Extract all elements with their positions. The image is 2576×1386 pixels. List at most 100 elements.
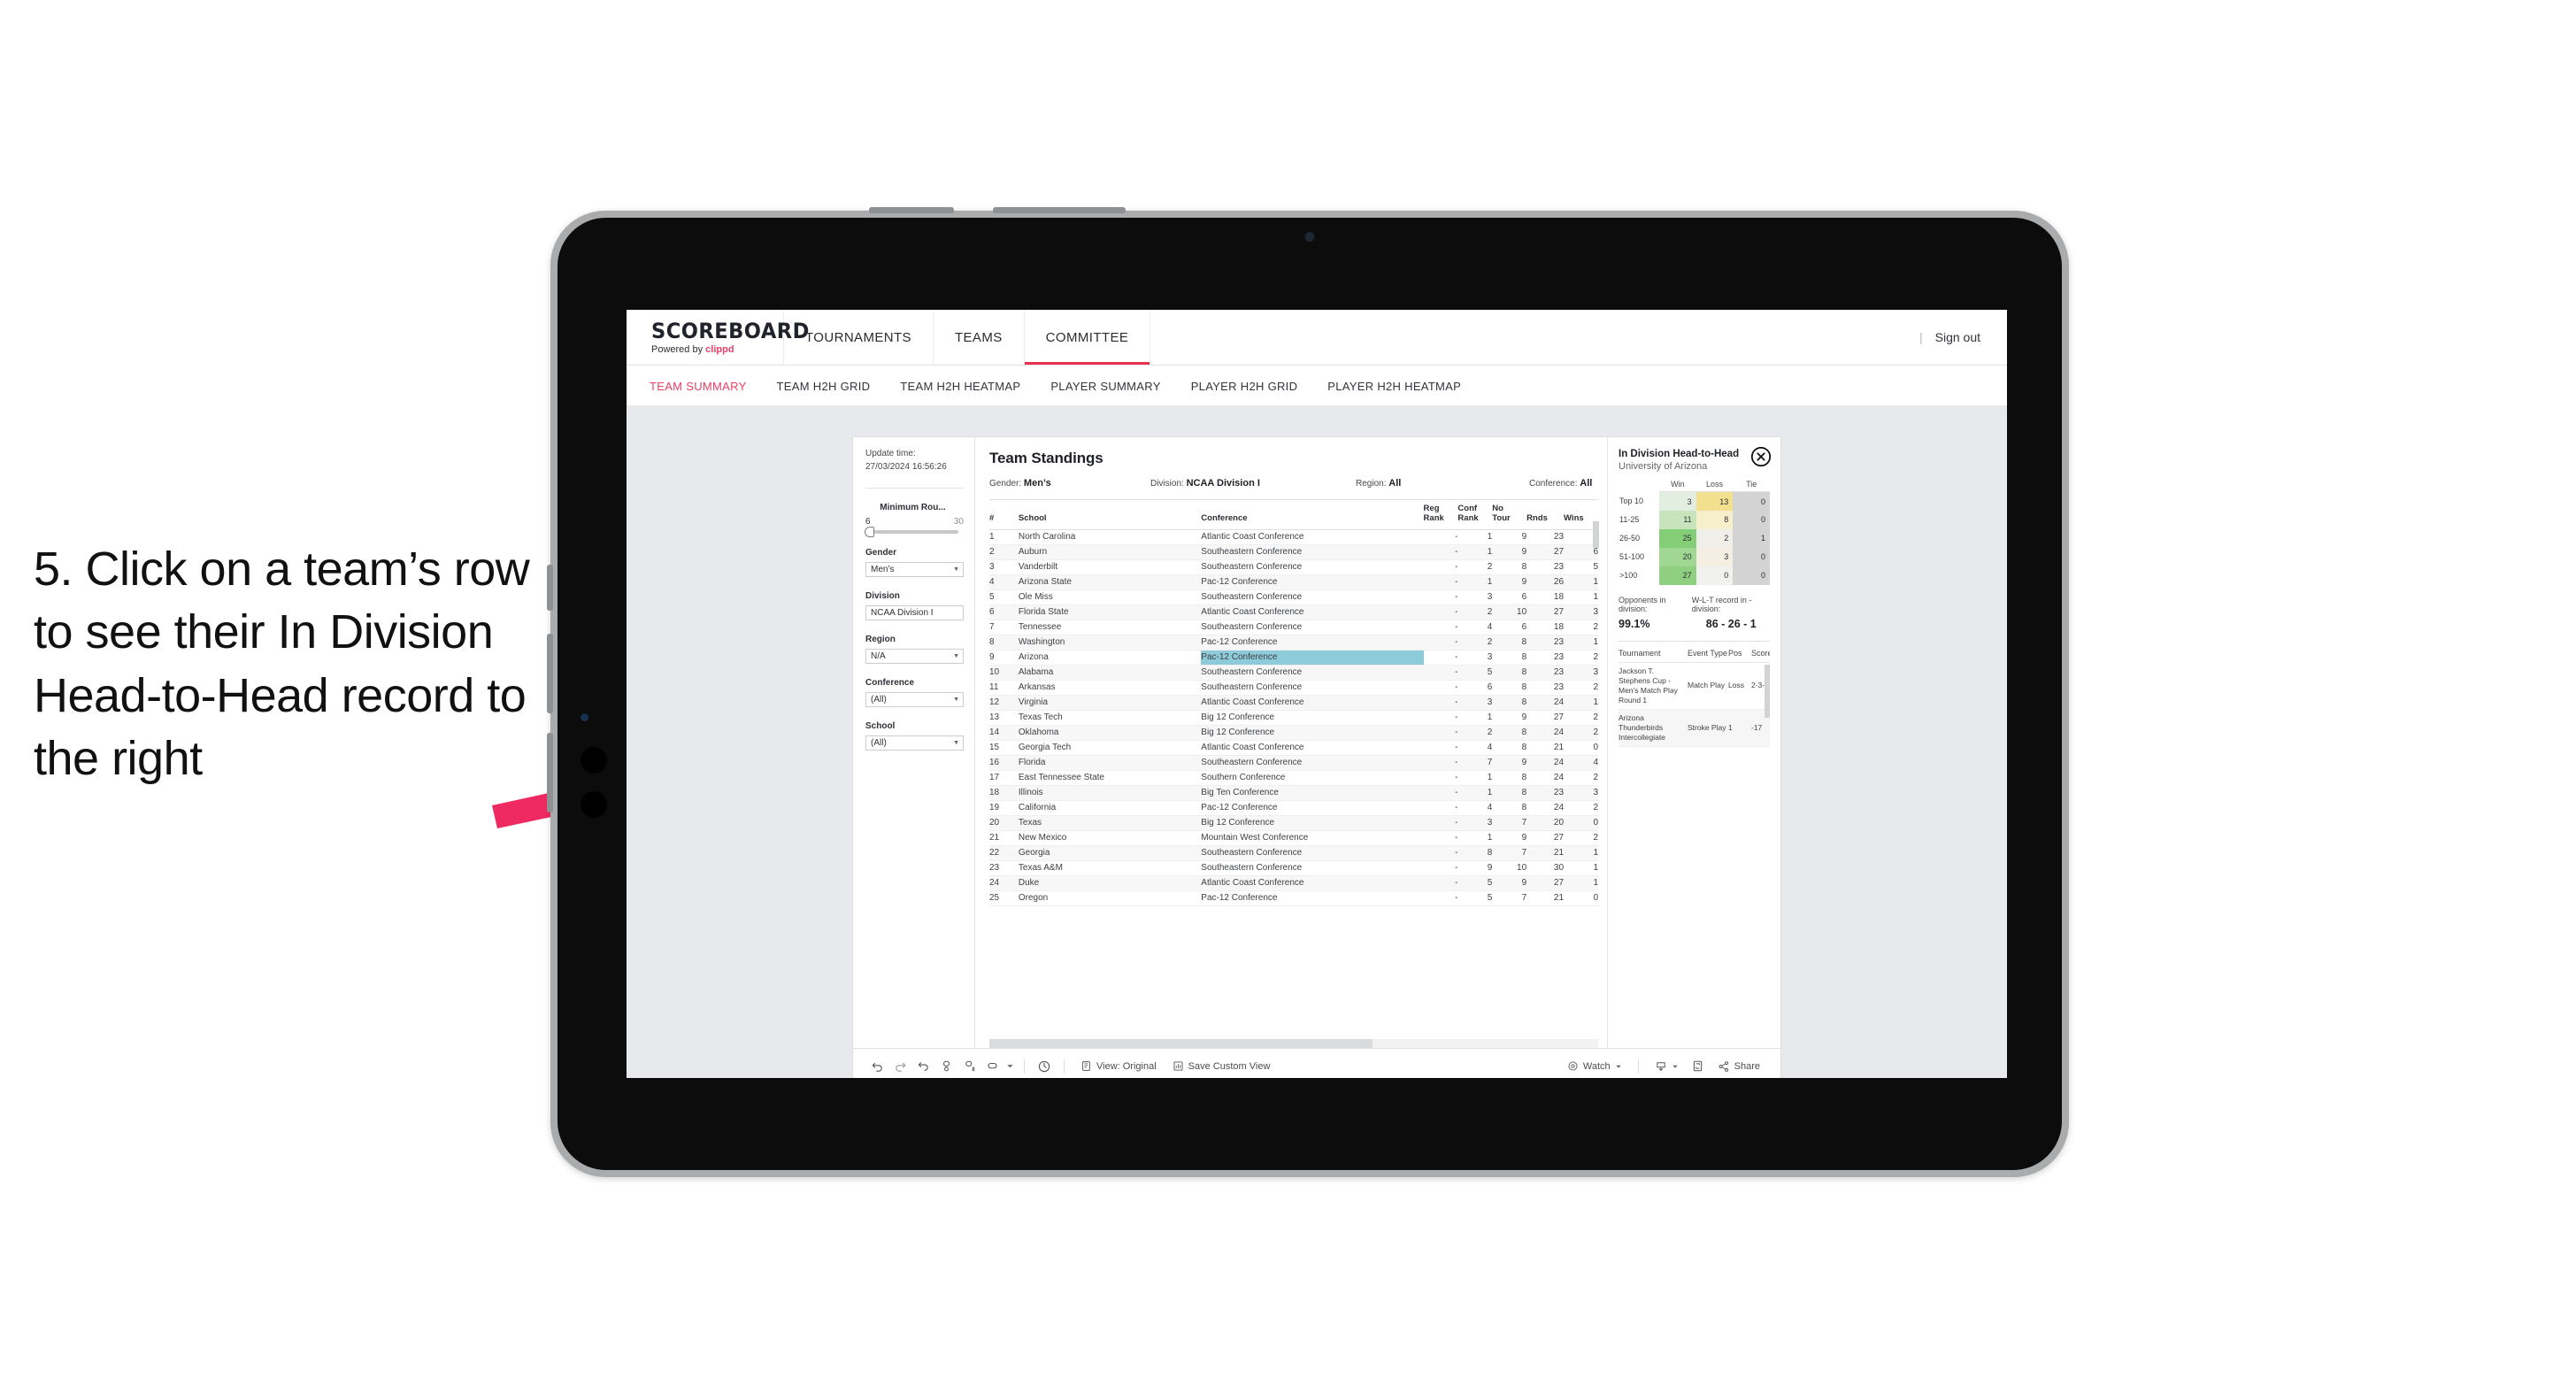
h2h-cell-tie[interactable]: 0 xyxy=(1733,491,1770,511)
cell-reg-rank[interactable]: - xyxy=(1423,589,1458,605)
cell-rnds[interactable]: 24 xyxy=(1526,800,1565,816)
cell-reg-rank[interactable]: - xyxy=(1423,845,1458,861)
cell-school[interactable]: Texas Tech xyxy=(1018,710,1202,726)
table-row[interactable]: 22 Georgia Southeastern Conference -8 7 21 1 xyxy=(989,845,1598,861)
cell-rank[interactable]: 24 xyxy=(989,875,1019,891)
chevron-down-icon[interactable] xyxy=(1003,1055,1016,1078)
cell-rank[interactable]: 8 xyxy=(989,635,1019,651)
cell-reg-rank[interactable]: - xyxy=(1423,695,1458,711)
cell-no-tour[interactable]: 8 xyxy=(1492,635,1527,651)
cell-rank[interactable]: 22 xyxy=(989,845,1019,861)
cell-conference[interactable]: Big 12 Conference xyxy=(1201,725,1424,741)
redo-icon[interactable] xyxy=(888,1055,911,1078)
cell-conf-rank[interactable]: 2 xyxy=(1457,725,1493,741)
tab-player-h2h-grid[interactable]: PLAYER H2H GRID xyxy=(1191,380,1298,393)
table-row[interactable]: 4 Arizona State Pac-12 Conference -1 9 26 1 xyxy=(989,574,1598,590)
cell-conference[interactable]: Southern Conference xyxy=(1201,770,1424,786)
cell-conf-rank[interactable]: 2 xyxy=(1457,604,1493,620)
table-row[interactable]: 12 Virginia Atlantic Coast Conference -3 8 24… xyxy=(989,695,1598,711)
filter-gender-select[interactable]: Men’s ▼ xyxy=(865,562,964,577)
cell-school[interactable]: Illinois xyxy=(1018,785,1202,801)
filter-division-select[interactable]: NCAA Division I xyxy=(865,605,964,620)
cell-school[interactable]: California xyxy=(1018,800,1202,816)
h2h-cell-tie[interactable]: 1 xyxy=(1733,528,1770,548)
scrollbar-thumb[interactable] xyxy=(1593,521,1599,548)
cell-rank[interactable]: 25 xyxy=(989,890,1019,906)
cell-school[interactable]: Florida State xyxy=(1018,604,1202,620)
cell-conference[interactable]: Atlantic Coast Conference xyxy=(1201,695,1424,711)
signout-link[interactable]: Sign out xyxy=(1935,330,1980,344)
table-row[interactable]: 25 Oregon Pac-12 Conference -5 7 21 0 xyxy=(989,890,1598,906)
share-button[interactable]: Share xyxy=(1710,1060,1768,1073)
h2h-cell-loss[interactable]: 8 xyxy=(1696,510,1734,529)
col-no-tour[interactable]: No Tour xyxy=(1492,500,1527,530)
shape-icon[interactable] xyxy=(980,1055,1003,1078)
cell-rnds[interactable]: 23 xyxy=(1526,665,1565,681)
cell-conference[interactable]: Southeastern Conference xyxy=(1201,680,1424,696)
tab-team-h2h-heatmap[interactable]: TEAM H2H HEATMAP xyxy=(900,380,1020,393)
tournament-scrollbar[interactable] xyxy=(1765,664,1770,718)
download-button[interactable] xyxy=(1647,1060,1687,1073)
cell-conference[interactable]: Atlantic Coast Conference xyxy=(1201,740,1424,756)
cell-no-tour[interactable]: 9 xyxy=(1492,529,1527,545)
watch-button[interactable]: Watch xyxy=(1559,1060,1630,1072)
h2h-cell-win[interactable]: 20 xyxy=(1659,547,1696,566)
cell-school[interactable]: Florida xyxy=(1018,755,1202,771)
cell-conf-rank[interactable]: 1 xyxy=(1457,544,1493,560)
cell-rank[interactable]: 21 xyxy=(989,830,1019,846)
cell-conference[interactable]: Pac-12 Conference xyxy=(1201,635,1424,651)
view-original-button[interactable]: View: Original xyxy=(1073,1060,1165,1072)
cell-wins[interactable]: 1 xyxy=(1564,875,1598,891)
cell-rank[interactable]: 12 xyxy=(989,695,1019,711)
standings-vertical-scrollbar[interactable] xyxy=(1593,521,1599,774)
cell-conf-rank[interactable]: 1 xyxy=(1457,710,1493,726)
cell-rnds[interactable]: 24 xyxy=(1526,755,1565,771)
cell-rnds[interactable]: 23 xyxy=(1526,650,1565,666)
col-rank[interactable]: # xyxy=(989,500,1019,530)
cell-rnds[interactable]: 30 xyxy=(1526,860,1565,876)
cell-rank[interactable]: 18 xyxy=(989,785,1019,801)
cell-conf-rank[interactable]: 1 xyxy=(1457,529,1493,545)
cell-conference[interactable]: Mountain West Conference xyxy=(1201,830,1424,846)
cell-no-tour[interactable]: 8 xyxy=(1492,680,1527,696)
h2h-cell-win[interactable]: 27 xyxy=(1659,566,1696,585)
cell-conference[interactable]: Southeastern Conference xyxy=(1201,845,1424,861)
cell-conf-rank[interactable]: 5 xyxy=(1457,890,1493,906)
cell-rank[interactable]: 5 xyxy=(989,589,1019,605)
cell-rnds[interactable]: 24 xyxy=(1526,725,1565,741)
h2h-cell-win[interactable]: 25 xyxy=(1659,528,1696,548)
cell-conf-rank[interactable]: 1 xyxy=(1457,830,1493,846)
cell-no-tour[interactable]: 8 xyxy=(1492,695,1527,711)
cell-rank[interactable]: 17 xyxy=(989,770,1019,786)
refresh-icon[interactable] xyxy=(934,1055,957,1078)
cell-rnds[interactable]: 24 xyxy=(1526,770,1565,786)
cell-rnds[interactable]: 21 xyxy=(1526,890,1565,906)
cell-school[interactable]: Oklahoma xyxy=(1018,725,1202,741)
cell-school[interactable]: Tennessee xyxy=(1018,620,1202,635)
cell-no-tour[interactable]: 10 xyxy=(1492,604,1527,620)
table-row[interactable]: 11 Arkansas Southeastern Conference -6 8 23 2 xyxy=(989,680,1598,696)
cell-conf-rank[interactable]: 2 xyxy=(1457,635,1493,651)
cell-conference[interactable]: Southeastern Conference xyxy=(1201,755,1424,771)
cell-conference[interactable]: Big Ten Conference xyxy=(1201,785,1424,801)
cell-rank[interactable]: 15 xyxy=(989,740,1019,756)
tournament-row[interactable]: Jackson T. Stephens Cup - Men’s Match Pl… xyxy=(1619,662,1770,711)
cell-school[interactable]: Auburn xyxy=(1018,544,1202,560)
filter-region-select[interactable]: N/A ▼ xyxy=(865,649,964,664)
col-reg-rank[interactable]: Reg Rank xyxy=(1423,500,1458,530)
h2h-cell-tie[interactable]: 0 xyxy=(1733,510,1770,529)
table-row[interactable]: 7 Tennessee Southeastern Conference -4 6 18 2 xyxy=(989,620,1598,635)
cell-rank[interactable]: 6 xyxy=(989,604,1019,620)
table-row[interactable]: 17 East Tennessee State Southern Conferenc… xyxy=(989,770,1598,786)
cell-conf-rank[interactable]: 6 xyxy=(1457,680,1493,696)
table-row[interactable]: 20 Texas Big 12 Conference -3 7 20 0 xyxy=(989,815,1598,831)
standings-horizontal-scrollbar[interactable] xyxy=(989,1039,1598,1048)
cell-conf-rank[interactable]: 5 xyxy=(1457,665,1493,681)
h2h-cell-win[interactable]: 3 xyxy=(1659,491,1696,511)
cell-no-tour[interactable]: 9 xyxy=(1492,544,1527,560)
cell-rnds[interactable]: 21 xyxy=(1526,845,1565,861)
cell-school[interactable]: New Mexico xyxy=(1018,830,1202,846)
close-icon[interactable] xyxy=(1750,446,1772,467)
h2h-cell-loss[interactable]: 13 xyxy=(1696,491,1734,511)
cell-conference[interactable]: Southeastern Conference xyxy=(1201,559,1424,575)
